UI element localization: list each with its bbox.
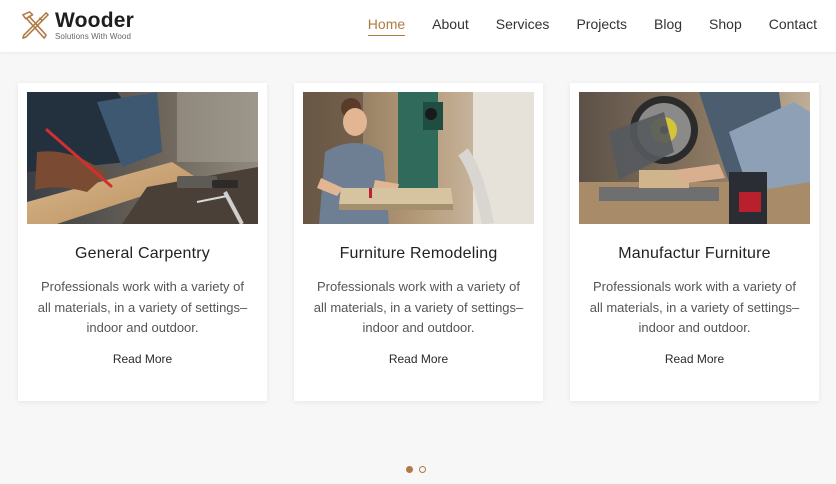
carousel-pagination [406,466,426,473]
card-title: Furniture Remodeling [339,245,498,262]
card-title: General Carpentry [74,245,211,262]
read-more-link[interactable]: Read More [18,352,267,366]
miter-saw-cutting-photo [579,92,810,224]
site-header: Wooder Solutions With Wood Home About Se… [0,0,836,52]
nav-item-contact[interactable]: Contact [769,16,817,36]
nav-item-blog[interactable]: Blog [654,16,682,36]
nav-item-services[interactable]: Services [496,16,550,36]
service-card-manufactur-furniture: Manufactur Furniture Professionals work … [570,83,819,401]
card-description: Professionals work with a variety of all… [589,279,800,335]
carpenter-marking-plank-photo [27,92,258,224]
nav-item-projects[interactable]: Projects [576,16,627,36]
nav-item-about[interactable]: About [432,16,469,36]
service-card-general-carpentry: General Carpentry Professionals work wit… [18,83,267,401]
card-title: Manufactur Furniture [618,245,771,262]
brand-name: Wooder [55,9,134,32]
woman-at-bandsaw-photo [303,92,534,224]
carousel-dot-1[interactable] [406,466,413,473]
carousel-dot-2[interactable] [419,466,426,473]
brand-logo-link[interactable]: Wooder Solutions With Wood [18,9,134,42]
crossed-tools-logo-icon [22,11,49,39]
main-nav: Home About Services Projects Blog Shop C… [367,16,817,36]
services-carousel: General Carpentry Professionals work wit… [18,83,819,401]
service-card-furniture-remodeling: Furniture Remodeling Professionals work … [294,83,543,401]
read-more-link[interactable]: Read More [294,352,543,366]
card-description: Professionals work with a variety of all… [313,279,524,335]
read-more-link[interactable]: Read More [570,352,819,366]
nav-item-shop[interactable]: Shop [709,16,742,36]
brand-tagline: Solutions With Wood [55,32,132,41]
card-description: Professionals work with a variety of all… [37,279,248,335]
nav-item-home[interactable]: Home [367,16,406,36]
